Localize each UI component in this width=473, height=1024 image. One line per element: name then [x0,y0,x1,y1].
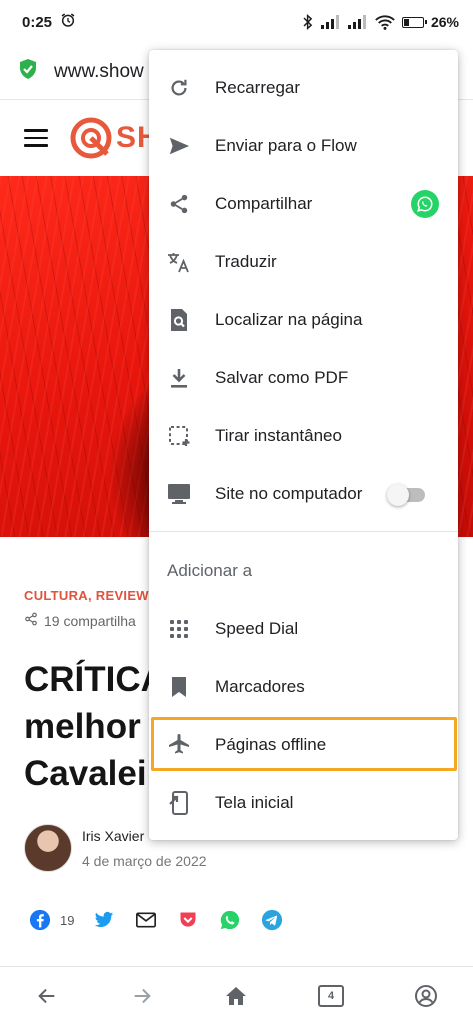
pocket-icon[interactable] [176,908,200,932]
share-count: 19 compartilha [24,612,136,629]
send-icon [167,134,191,158]
menu-item-translate[interactable]: Traduzir [149,233,458,291]
shield-check-icon [18,58,38,85]
status-time: 0:25 [22,13,53,31]
menu-item-bookmarks[interactable]: Marcadores [149,658,458,716]
menu-item-label: Compartilhar [215,194,313,213]
logo-icon [70,117,112,159]
speed-dial-icon [167,617,191,641]
menu-item-offline-pages[interactable]: Páginas offline [149,716,458,774]
desktop-site-toggle[interactable] [387,484,425,506]
twitter-icon[interactable] [92,908,116,932]
categories-text[interactable]: CULTURA, REVIEWS [24,588,158,603]
back-icon[interactable] [25,974,69,1018]
find-in-page-icon [167,308,191,332]
share-icon [24,612,38,629]
bluetooth-icon [302,14,314,30]
facebook-count: 19 [60,912,75,928]
status-bar: 0:25 26% [0,0,473,44]
translate-icon [167,250,191,274]
telegram-icon[interactable] [260,908,284,932]
tabs-icon[interactable]: 4 [309,974,353,1018]
menu-item-desktop-site[interactable]: Site no computador [149,465,458,523]
share-buttons: 19 [28,908,284,932]
menu-item-label: Localizar na página [215,310,363,329]
menu-item-label: Tela inicial [215,793,294,812]
menu-item-home-screen[interactable]: Tela inicial [149,774,458,832]
forward-icon[interactable] [120,974,164,1018]
shares-text: 19 compartilha [44,612,136,629]
menu-item-send-to-flow[interactable]: Enviar para o Flow [149,117,458,175]
menu-item-label: Páginas offline [215,735,327,754]
snapshot-icon [167,424,191,448]
menu-section-title: Adicionar a [167,561,253,580]
battery-icon [401,16,427,28]
menu-item-label: Enviar para o Flow [215,136,357,155]
battery-percent: 26% [430,14,459,30]
home-icon[interactable] [214,974,258,1018]
wifi-icon [375,15,395,30]
menu-item-label: Salvar como PDF [215,368,349,387]
bookmark-icon [167,675,191,699]
menu-item-label: Tirar instantâneo [215,426,342,445]
menu-item-snapshot[interactable]: Tirar instantâneo [149,407,458,465]
menu-item-save-pdf[interactable]: Salvar como PDF [149,349,458,407]
alarm-icon [60,12,76,32]
email-icon[interactable] [134,908,158,932]
desktop-icon [167,482,191,506]
airplane-icon [167,733,191,757]
site-logo[interactable]: SH [70,117,160,159]
whatsapp-icon[interactable] [218,908,242,932]
tab-count[interactable]: 4 [318,984,345,1007]
reload-icon [167,76,191,100]
bottom-navigation: 4 [0,966,473,1024]
menu-item-reload[interactable]: Recarregar [149,59,458,117]
avatar[interactable] [24,824,72,872]
signal-icon [320,15,341,29]
menu-item-label: Site no computador [215,484,363,503]
whatsapp-icon[interactable] [411,190,439,218]
facebook-icon[interactable] [28,908,52,932]
menu-item-label: Marcadores [215,677,305,696]
download-icon [167,366,191,390]
menu-item-label: Speed Dial [215,619,299,638]
signal-icon [347,15,368,29]
url-text[interactable]: www.show [54,61,144,83]
browser-menu: Recarregar Enviar para o Flow Compartilh… [149,50,458,840]
menu-item-find-in-page[interactable]: Localizar na página [149,291,458,349]
article-date: 4 de março de 2022 [82,852,207,869]
menu-item-label: Recarregar [215,78,301,97]
menu-item-speed-dial[interactable]: Speed Dial [149,600,458,658]
menu-divider [149,531,458,532]
menu-item-share[interactable]: Compartilhar [149,175,458,233]
account-icon[interactable] [404,974,448,1018]
home-screen-icon [167,791,191,815]
hamburger-menu-icon[interactable] [24,129,48,147]
share-icon [167,192,191,216]
menu-item-label: Traduzir [215,252,277,271]
